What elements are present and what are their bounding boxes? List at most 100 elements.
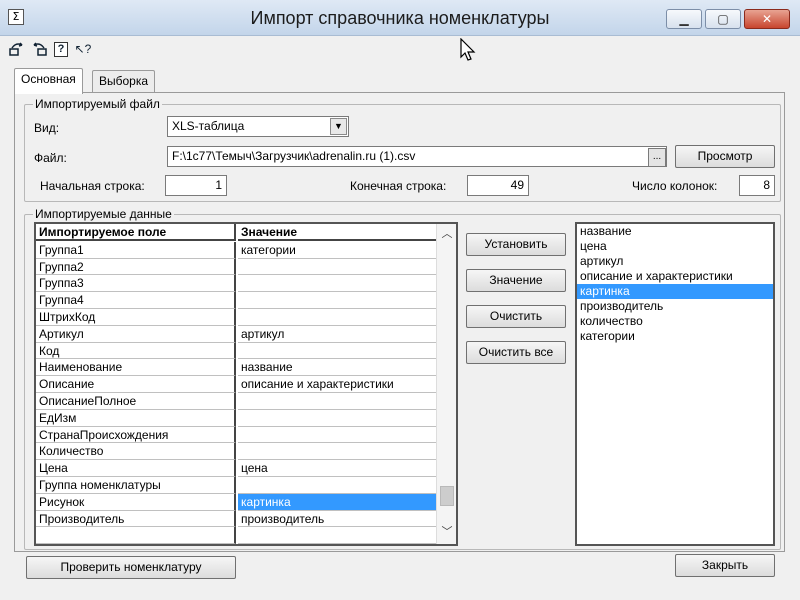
minimize-button[interactable]: ▁ [666, 9, 702, 29]
empty-cell [36, 527, 236, 544]
list-item[interactable]: категории [577, 329, 773, 344]
table-row[interactable]: ОписаниеПолное [36, 393, 436, 410]
field-name-cell[interactable]: Наименование [36, 359, 236, 377]
import-file-legend: Импортируемый файл [33, 97, 162, 111]
field-value-cell[interactable]: название [238, 359, 436, 377]
end-row-input[interactable]: 49 [467, 175, 529, 196]
field-name-cell[interactable]: ЕдИзм [36, 409, 236, 427]
context-help-icon[interactable]: ↖? [74, 40, 92, 58]
table-row[interactable]: ЕдИзм [36, 409, 436, 427]
field-name-cell[interactable]: ШтрихКод [36, 309, 236, 326]
source-columns-items: название цена артикул описание и характерис… [577, 224, 773, 344]
field-name-cell[interactable]: Количество [36, 443, 236, 461]
field-name-cell[interactable]: Код [36, 342, 236, 360]
scroll-up-icon[interactable]: ︿ [437, 226, 456, 242]
field-value-cell[interactable] [238, 292, 436, 309]
browse-button[interactable]: ... [648, 148, 666, 167]
value-button-label: Значение [489, 273, 543, 287]
field-name-cell[interactable]: Группа2 [36, 258, 236, 276]
field-name-cell[interactable]: Группа номенклатуры [36, 477, 236, 494]
field-value-cell[interactable]: картинка [238, 493, 436, 511]
scroll-thumb[interactable] [440, 486, 454, 506]
list-item[interactable]: производитель [577, 299, 773, 314]
file-type-value: XLS-таблица [172, 119, 245, 133]
clear-button[interactable]: Очистить [466, 305, 566, 328]
field-value-cell[interactable] [238, 443, 436, 461]
scroll-down-icon[interactable]: ﹀ [437, 524, 456, 540]
field-value-cell[interactable]: артикул [238, 326, 436, 343]
column-count-input[interactable]: 8 [739, 175, 775, 196]
field-value-cell[interactable] [238, 309, 436, 326]
table-row[interactable]: Рисунок картинка [36, 493, 436, 511]
list-item[interactable]: описание и характеристики [577, 269, 773, 284]
field-value-cell[interactable] [238, 343, 436, 360]
column-header-field[interactable]: Импортируемое поле [36, 224, 236, 241]
field-name-cell[interactable]: Группа4 [36, 292, 236, 309]
maximize-button[interactable]: ▢ [705, 9, 741, 29]
table-row[interactable]: Группа3 [36, 275, 436, 293]
value-button[interactable]: Значение [466, 269, 566, 292]
start-row-input[interactable]: 1 [165, 175, 227, 196]
field-value-cell[interactable] [238, 477, 436, 494]
table-row[interactable]: Группа4 [36, 292, 436, 309]
field-value-cell[interactable]: производитель [238, 511, 436, 528]
field-value-cell[interactable] [238, 410, 436, 427]
field-value-cell[interactable] [238, 393, 436, 410]
column-header-value[interactable]: Значение [238, 224, 436, 241]
export-icon[interactable] [30, 40, 48, 58]
mapping-table[interactable]: Импортируемое поле Значение Группа1 катег… [34, 222, 458, 546]
table-row[interactable]: ШтрихКод [36, 309, 436, 326]
close-button[interactable]: Закрыть [675, 554, 775, 577]
field-value-cell[interactable]: категории [238, 242, 436, 259]
field-name-cell[interactable]: Описание [36, 376, 236, 393]
table-row[interactable]: Наименование название [36, 359, 436, 377]
field-name-cell[interactable]: ОписаниеПолное [36, 393, 236, 410]
table-row[interactable]: Количество [36, 443, 436, 461]
field-value-cell[interactable]: цена [238, 460, 436, 477]
chevron-down-icon[interactable]: ▼ [330, 118, 347, 135]
list-item[interactable]: картинка [577, 284, 773, 299]
source-columns-list[interactable]: название цена артикул описание и характерис… [575, 222, 775, 546]
help-icon[interactable]: ? [54, 42, 68, 57]
list-item[interactable]: количество [577, 314, 773, 329]
view-button[interactable]: Просмотр [675, 145, 775, 168]
field-name-cell[interactable]: Группа1 [36, 241, 236, 259]
file-type-select[interactable]: XLS-таблица ▼ [167, 116, 349, 137]
table-row[interactable]: Производитель производитель [36, 510, 436, 528]
list-item[interactable]: артикул [577, 254, 773, 269]
mouse-cursor-icon [460, 37, 476, 68]
column-count-label: Число колонок: [632, 179, 718, 193]
table-row[interactable]: Группа номенклатуры [36, 477, 436, 494]
table-row[interactable]: Артикул артикул [36, 325, 436, 343]
table-row[interactable]: Описание описание и характеристики [36, 376, 436, 393]
table-row[interactable]: Группа2 [36, 258, 436, 276]
field-value-cell[interactable]: описание и характеристики [238, 376, 436, 393]
import-dialog-window: Σ Импорт справочника номенклатуры ▁ ▢ ✕ … [0, 0, 800, 600]
check-nomenclature-button[interactable]: Проверить номенклатуру [26, 556, 236, 579]
close-window-button[interactable]: ✕ [744, 9, 790, 29]
field-name-cell[interactable]: Рисунок [36, 493, 236, 511]
field-value-cell[interactable] [238, 427, 436, 444]
table-row[interactable]: Код [36, 342, 436, 360]
file-path-input[interactable]: F:\1c77\Темыч\Загрузчик\adrenalin.ru (1)… [167, 146, 667, 167]
clear-button-label: Очистить [489, 309, 543, 323]
list-item[interactable]: цена [577, 239, 773, 254]
list-item[interactable]: название [577, 224, 773, 239]
table-row[interactable]: Группа1 категории [36, 241, 436, 259]
field-name-cell[interactable]: Артикул [36, 325, 236, 343]
field-value-cell[interactable] [238, 275, 436, 293]
import-icon[interactable] [8, 40, 26, 58]
tab-selection[interactable]: Выборка [92, 70, 156, 92]
table-scrollbar[interactable]: ︿ ﹀ [436, 224, 456, 544]
field-name-cell[interactable]: Цена [36, 460, 236, 477]
table-row[interactable]: СтранаПроисхождения [36, 426, 436, 444]
field-name-cell[interactable]: СтранаПроисхождения [36, 426, 236, 444]
field-name-cell[interactable]: Производитель [36, 510, 236, 528]
clear-all-button[interactable]: Очистить все [466, 341, 566, 364]
set-button[interactable]: Установить [466, 233, 566, 256]
field-name-cell[interactable]: Группа3 [36, 275, 236, 293]
tab-main[interactable]: Основная [14, 68, 83, 94]
table-row[interactable]: Цена цена [36, 460, 436, 477]
field-value-cell[interactable] [238, 259, 436, 276]
title-bar[interactable]: Σ Импорт справочника номенклатуры ▁ ▢ ✕ [0, 0, 800, 36]
